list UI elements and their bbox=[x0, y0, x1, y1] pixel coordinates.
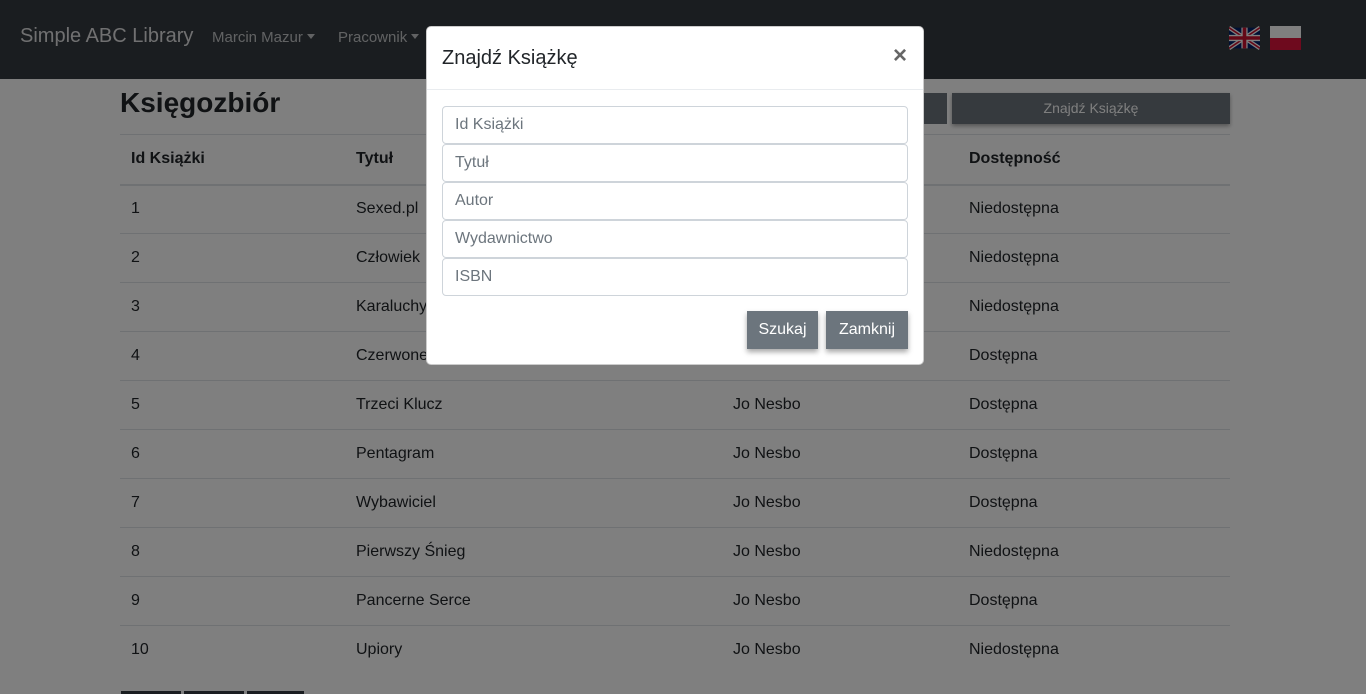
author-input[interactable] bbox=[442, 182, 908, 220]
modal-title: Znajdź Książkę bbox=[442, 47, 578, 69]
search-button[interactable]: Szukaj bbox=[747, 311, 818, 349]
book-id-input[interactable] bbox=[442, 106, 908, 144]
isbn-input[interactable] bbox=[442, 258, 908, 296]
title-input[interactable] bbox=[442, 144, 908, 182]
find-book-modal: Znajdź Książkę × Szukaj Zamknij bbox=[426, 26, 924, 365]
modal-header: Znajdź Książkę × bbox=[427, 27, 923, 90]
close-icon[interactable]: × bbox=[893, 44, 907, 68]
publisher-input[interactable] bbox=[442, 220, 908, 258]
close-button[interactable]: Zamknij bbox=[826, 311, 908, 349]
